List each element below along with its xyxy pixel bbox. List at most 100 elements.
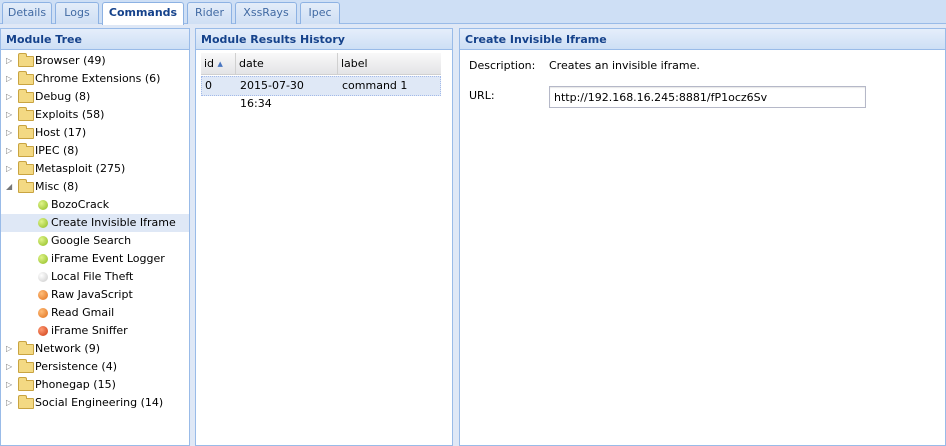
tree-node-label: Browser (49)	[35, 54, 106, 67]
expand-arrow-icon[interactable]: ▷	[6, 142, 16, 160]
folder-icon	[18, 377, 34, 391]
folder-icon	[18, 395, 34, 409]
expand-arrow-icon[interactable]: ▷	[6, 88, 16, 106]
tree-module-iframe-event-logger[interactable]: iFrame Event Logger	[1, 250, 189, 268]
module-detail-panel: Create Invisible Iframe Description: Cre…	[459, 28, 946, 446]
collapse-arrow-icon[interactable]: ◢	[6, 178, 16, 196]
expand-arrow-icon[interactable]: ▷	[6, 358, 16, 376]
tree-node-label: Local File Theft	[51, 270, 134, 283]
expand-arrow-icon[interactable]: ▷	[6, 394, 16, 412]
tab-logs[interactable]: Logs	[55, 2, 99, 24]
sort-ascending-icon: ▲	[217, 60, 223, 68]
cell-label: command 1	[342, 79, 408, 92]
url-input[interactable]	[549, 86, 866, 108]
folder-icon	[18, 89, 34, 103]
tree-node-label: BozoCrack	[51, 198, 110, 211]
tree-node-label: Metasploit (275)	[35, 162, 126, 175]
description-label: Description:	[469, 59, 536, 72]
column-header-label[interactable]: label	[338, 53, 441, 75]
folder-icon	[18, 71, 34, 85]
tree-folder-metasploit[interactable]: ▷ Metasploit (275)	[1, 160, 189, 178]
orange-status-bulb-icon	[38, 308, 48, 318]
tree-node-label: iFrame Event Logger	[51, 252, 165, 265]
tree-node-label: Debug (8)	[35, 90, 91, 103]
folder-icon	[18, 107, 34, 121]
tree-module-google-search[interactable]: Google Search	[1, 232, 189, 250]
red-status-bulb-icon	[38, 326, 48, 336]
tree-node-label: IPEC (8)	[35, 144, 79, 157]
tab-strip: Details Logs Commands Rider XssRays Ipec	[0, 0, 946, 25]
url-label: URL:	[469, 89, 495, 102]
green-status-bulb-icon	[38, 218, 48, 228]
column-header-id[interactable]: id ▲	[201, 53, 236, 75]
tab-commands[interactable]: Commands	[102, 2, 184, 25]
module-tree-title: Module Tree	[1, 29, 189, 50]
tree-node-label: Phonegap (15)	[35, 378, 116, 391]
column-header-date[interactable]: date	[236, 53, 338, 75]
tab-ipec[interactable]: Ipec	[300, 2, 340, 24]
tree-node-label: Read Gmail	[51, 306, 115, 319]
tree-module-iframe-sniffer[interactable]: iFrame Sniffer	[1, 322, 189, 340]
expand-arrow-icon[interactable]: ▷	[6, 52, 16, 70]
green-status-bulb-icon	[38, 200, 48, 210]
folder-icon	[18, 161, 34, 175]
expand-arrow-icon[interactable]: ▷	[6, 376, 16, 394]
expand-arrow-icon[interactable]: ▷	[6, 106, 16, 124]
results-history-title: Module Results History	[196, 29, 452, 50]
tree-folder-debug[interactable]: ▷ Debug (8)	[1, 88, 189, 106]
expand-arrow-icon[interactable]: ▷	[6, 124, 16, 142]
tree-module-create-invisible-iframe[interactable]: Create Invisible Iframe	[1, 214, 189, 232]
tree-node-label: Create Invisible Iframe	[51, 216, 176, 229]
folder-icon	[18, 359, 34, 373]
tree-folder-social-engineering[interactable]: ▷ Social Engineering (14)	[1, 394, 189, 412]
module-detail-title: Create Invisible Iframe	[460, 29, 945, 50]
tree-folder-misc[interactable]: ◢ Misc (8)	[1, 178, 189, 196]
tree-node-label: Network (9)	[35, 342, 101, 355]
green-status-bulb-icon	[38, 236, 48, 246]
tree-folder-ipec[interactable]: ▷ IPEC (8)	[1, 142, 189, 160]
tree-module-bozocrack[interactable]: BozoCrack	[1, 196, 189, 214]
tree-folder-network[interactable]: ▷ Network (9)	[1, 340, 189, 358]
results-history-panel: Module Results History id ▲ date label 0…	[195, 28, 453, 446]
green-status-bulb-icon	[38, 254, 48, 264]
tree-node-label: Persistence (4)	[35, 360, 117, 373]
tree-node-label: Chrome Extensions (6)	[35, 72, 161, 85]
tab-xssrays[interactable]: XssRays	[235, 2, 297, 24]
folder-icon	[18, 341, 34, 355]
grey-status-bulb-icon	[38, 272, 48, 282]
tree-node-label: Misc (8)	[35, 180, 79, 193]
column-id-label: id	[204, 57, 215, 70]
cell-id: 0	[205, 79, 212, 92]
module-tree-panel: Module Tree ▷ Browser (49) ▷ Chrome Extensi…	[0, 28, 190, 446]
tree-folder-chrome-extensions[interactable]: ▷ Chrome Extensions (6)	[1, 70, 189, 88]
table-row[interactable]: 0 2015-07-30 16:34 command 1	[201, 76, 441, 110]
tree-node-label: iFrame Sniffer	[51, 324, 128, 337]
tree-node-label: Social Engineering (14)	[35, 396, 164, 409]
expand-arrow-icon[interactable]: ▷	[6, 340, 16, 358]
tree-folder-phonegap[interactable]: ▷ Phonegap (15)	[1, 376, 189, 394]
tree-node-label: Raw JavaScript	[51, 288, 133, 301]
folder-icon	[18, 125, 34, 139]
tree-module-read-gmail[interactable]: Read Gmail	[1, 304, 189, 322]
tree-node-label: Host (17)	[35, 126, 87, 139]
tree-node-label: Google Search	[51, 234, 132, 247]
module-tree: ▷ Browser (49) ▷ Chrome Extensions (6) ▷ Debu…	[1, 51, 189, 445]
expand-arrow-icon[interactable]: ▷	[6, 70, 16, 88]
folder-icon	[18, 53, 34, 67]
folder-icon	[18, 179, 34, 193]
results-grid-header: id ▲ date label	[201, 53, 441, 75]
tree-folder-host[interactable]: ▷ Host (17)	[1, 124, 189, 142]
tree-folder-persistence[interactable]: ▷ Persistence (4)	[1, 358, 189, 376]
description-value: Creates an invisible iframe.	[549, 59, 700, 72]
tree-module-local-file-theft[interactable]: Local File Theft	[1, 268, 189, 286]
tab-rider[interactable]: Rider	[187, 2, 232, 24]
orange-status-bulb-icon	[38, 290, 48, 300]
cell-date: 2015-07-30 16:34	[240, 79, 304, 110]
tree-node-label: Exploits (58)	[35, 108, 105, 121]
tree-folder-browser[interactable]: ▷ Browser (49)	[1, 52, 189, 70]
tab-details[interactable]: Details	[2, 2, 52, 24]
tree-module-raw-javascript[interactable]: Raw JavaScript	[1, 286, 189, 304]
tree-folder-exploits[interactable]: ▷ Exploits (58)	[1, 106, 189, 124]
folder-icon	[18, 143, 34, 157]
expand-arrow-icon[interactable]: ▷	[6, 160, 16, 178]
